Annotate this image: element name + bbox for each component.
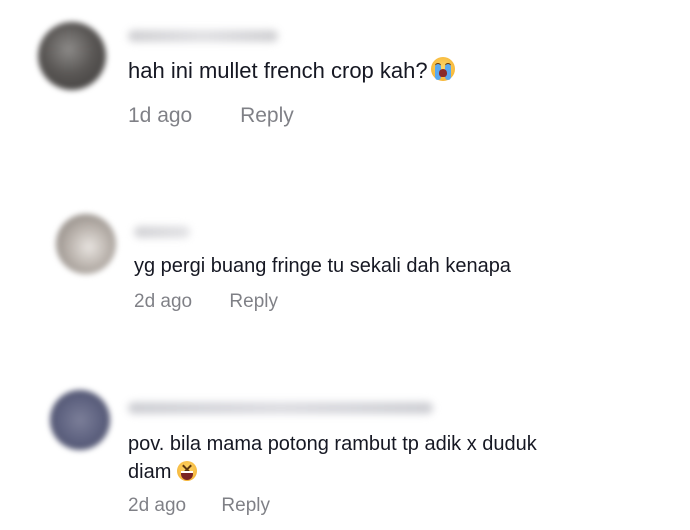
reply-button[interactable]: Reply (229, 291, 278, 313)
comment-text-line-2: diam (128, 458, 537, 486)
comment-text-content: hah ini mullet french crop kah? (128, 58, 428, 83)
laughing-face-icon (177, 460, 198, 481)
comment-text: hah ini mullet french crop kah? (128, 57, 455, 85)
username-blurred[interactable] (128, 402, 433, 414)
avatar[interactable] (56, 214, 116, 274)
username-blurred[interactable] (128, 30, 278, 42)
avatar[interactable] (38, 22, 106, 90)
comment-meta: 2d ago Reply (128, 495, 270, 517)
comment-text-content: yg pergi buang fringe tu sekali dah kena… (134, 255, 511, 277)
reply-button[interactable]: Reply (240, 104, 294, 128)
avatar[interactable] (50, 390, 110, 450)
comment-timestamp: 1d ago (128, 104, 193, 127)
comments-page: { "comments": [ { "text": "hah ini mulle… (0, 0, 690, 530)
comment-meta: 2d ago Reply (134, 291, 278, 313)
username-blurred[interactable] (134, 226, 190, 238)
comment-meta: 1d ago Reply (128, 104, 294, 128)
reply-button[interactable]: Reply (221, 495, 270, 517)
comment-text: yg pergi buang fringe tu sekali dah kena… (134, 254, 511, 279)
comment-text: pov. bila mama potong rambut tp adik x d… (128, 430, 537, 486)
comment-timestamp: 2d ago (134, 291, 193, 312)
comment-timestamp: 2d ago (128, 495, 187, 516)
comment-text-content: diam (128, 461, 172, 483)
crying-face-icon (430, 57, 455, 82)
comment-text-line: pov. bila mama potong rambut tp adik x d… (128, 433, 537, 455)
